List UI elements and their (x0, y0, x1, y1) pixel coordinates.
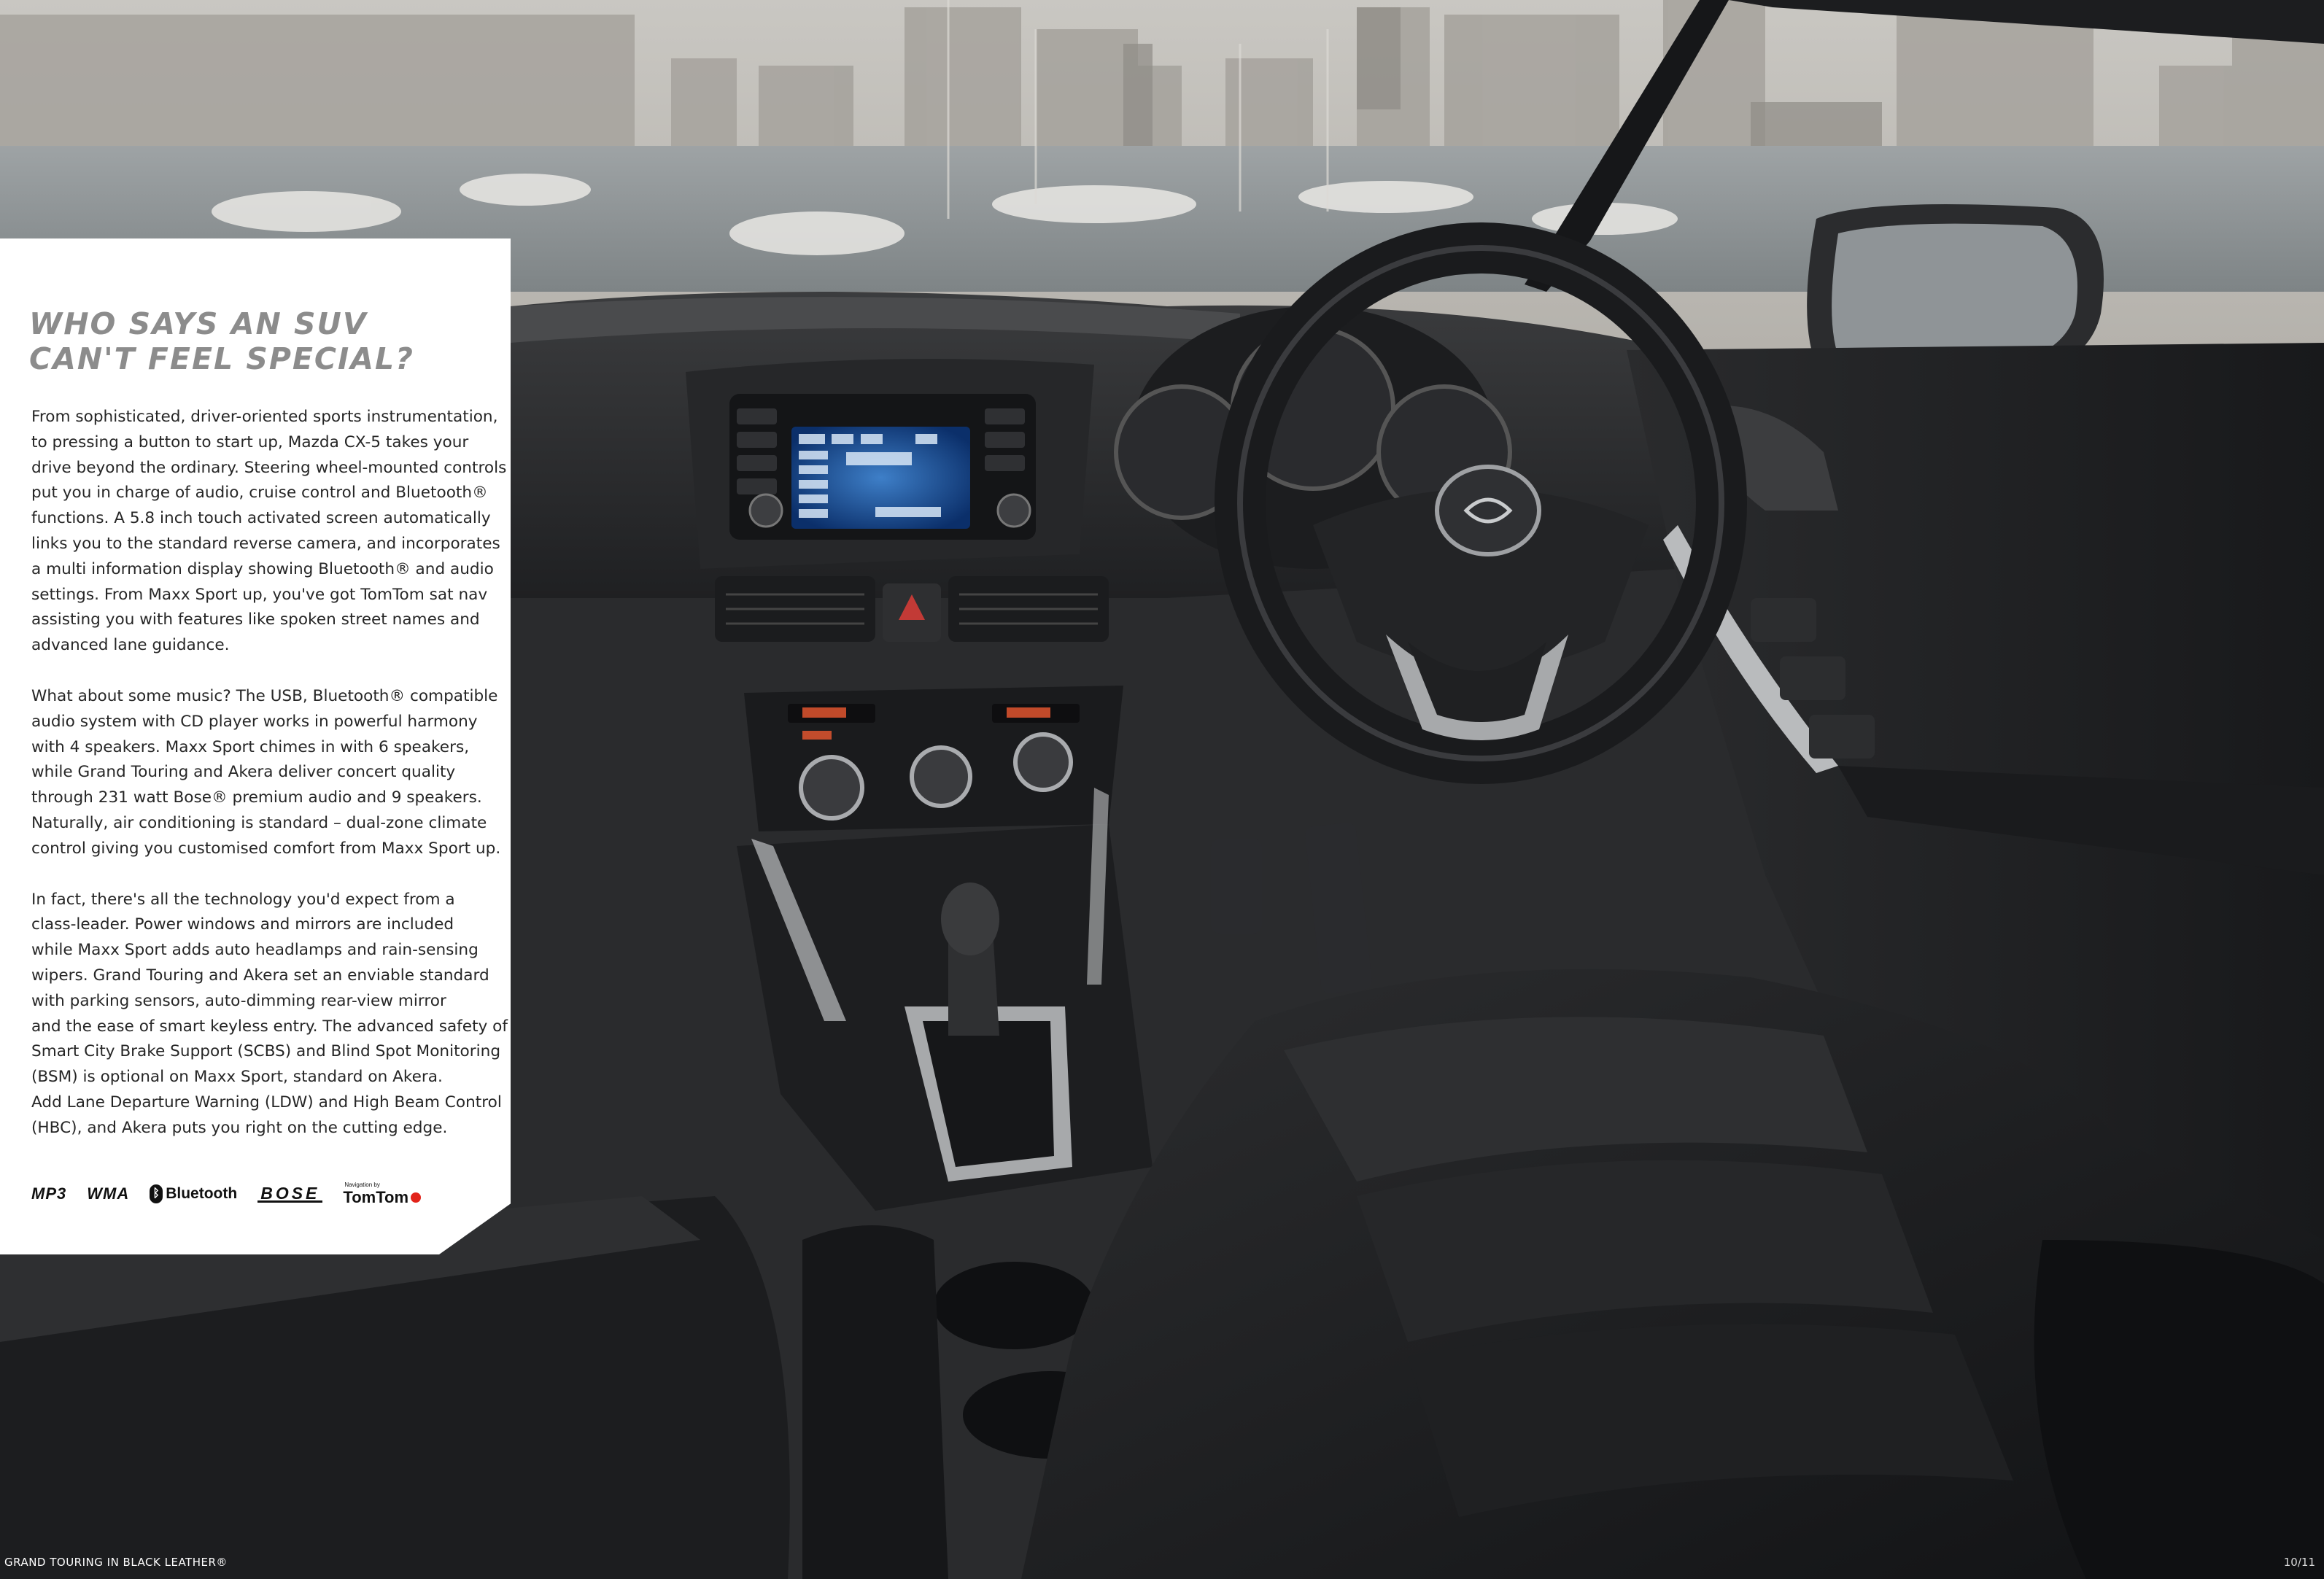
feature-logos: MP3 WMA ᛒ Bluetooth BOSE Navigation by T… (31, 1179, 498, 1209)
tomtom-tagline: Navigation by (344, 1181, 380, 1188)
text-line: advanced lane guidance. (31, 636, 230, 655)
text-line: From sophisticated, driver-oriented spor… (31, 408, 498, 426)
text-line: settings. From Maxx Sport up, you've got… (31, 585, 488, 604)
tomtom-wordmark-group: TomTom (343, 1187, 422, 1207)
page-number: 10/11 (2283, 1556, 2315, 1569)
text-line: What about some music? The USB, Bluetoot… (31, 686, 498, 705)
text-line: put you in charge of audio, cruise contr… (31, 484, 488, 503)
text-line: while Maxx Sport adds auto headlamps and… (31, 941, 479, 960)
text-line: and the ease of smart keyless entry. The… (31, 1017, 508, 1036)
tomtom-wordmark: TomTom (343, 1187, 409, 1206)
text-line: (BSM) is optional on Maxx Sport, standar… (31, 1068, 443, 1087)
text-line: audio system with CD player works in pow… (31, 712, 478, 731)
text-line: wipers. Grand Touring and Akera set an e… (31, 966, 489, 985)
copy-panel: WHO SAYS AN SUV CAN'T FEEL SPECIAL? From… (0, 238, 511, 1254)
text-line: through 231 watt Bose® premium audio and… (31, 788, 482, 807)
text-line: to pressing a button to start up, Mazda … (31, 432, 469, 451)
paragraph-instrumentation: From sophisticated, driver-oriented spor… (31, 405, 507, 659)
tomtom-logo: Navigation by TomTom (343, 1181, 422, 1207)
bose-logo: BOSE (257, 1184, 323, 1203)
text-line: assisting you with features like spoken … (31, 610, 480, 629)
text-line: with 4 speakers. Maxx Sport chimes in wi… (31, 737, 470, 756)
headline: WHO SAYS AN SUV CAN'T FEEL SPECIAL? (29, 306, 496, 376)
bluetooth-logo: ᛒ Bluetooth (150, 1184, 237, 1203)
headline-line-1: WHO SAYS AN SUV (29, 306, 368, 341)
text-line: drive beyond the ordinary. Steering whee… (31, 458, 507, 477)
text-line: while Grand Touring and Akera deliver co… (31, 763, 456, 782)
text-line: (HBC), and Akera puts you right on the c… (31, 1118, 448, 1137)
text-line: a multi information display showing Blue… (31, 559, 494, 578)
wma-logo: WMA (87, 1184, 130, 1203)
text-line: links you to the standard reverse camera… (31, 534, 500, 553)
text-line: control giving you customised comfort fr… (31, 839, 501, 858)
paragraph-technology: In fact, there's all the technology you'… (31, 888, 508, 1141)
tomtom-hands-icon (411, 1192, 422, 1203)
text-line: In fact, there's all the technology you'… (31, 890, 455, 909)
bluetooth-wordmark: Bluetooth (166, 1185, 238, 1202)
text-line: with parking sensors, auto-dimming rear-… (31, 991, 446, 1010)
text-line: functions. A 5.8 inch touch activated sc… (31, 509, 491, 528)
text-line: Add Lane Departure Warning (LDW) and Hig… (31, 1093, 502, 1111)
headline-line-2: CAN'T FEEL SPECIAL? (29, 341, 414, 376)
text-line: class-leader. Power windows and mirrors … (31, 915, 454, 934)
text-line: Smart City Brake Support (SCBS) and Blin… (31, 1042, 501, 1061)
text-line: Naturally, air conditioning is standard … (31, 813, 487, 832)
bluetooth-icon: ᛒ (150, 1184, 163, 1203)
photo-caption: GRAND TOURING IN BLACK LEATHER® (4, 1556, 228, 1569)
paragraph-audio: What about some music? The USB, Bluetoot… (31, 684, 501, 862)
mp3-logo: MP3 (31, 1184, 67, 1203)
body-copy: From sophisticated, driver-oriented spor… (31, 405, 508, 1167)
